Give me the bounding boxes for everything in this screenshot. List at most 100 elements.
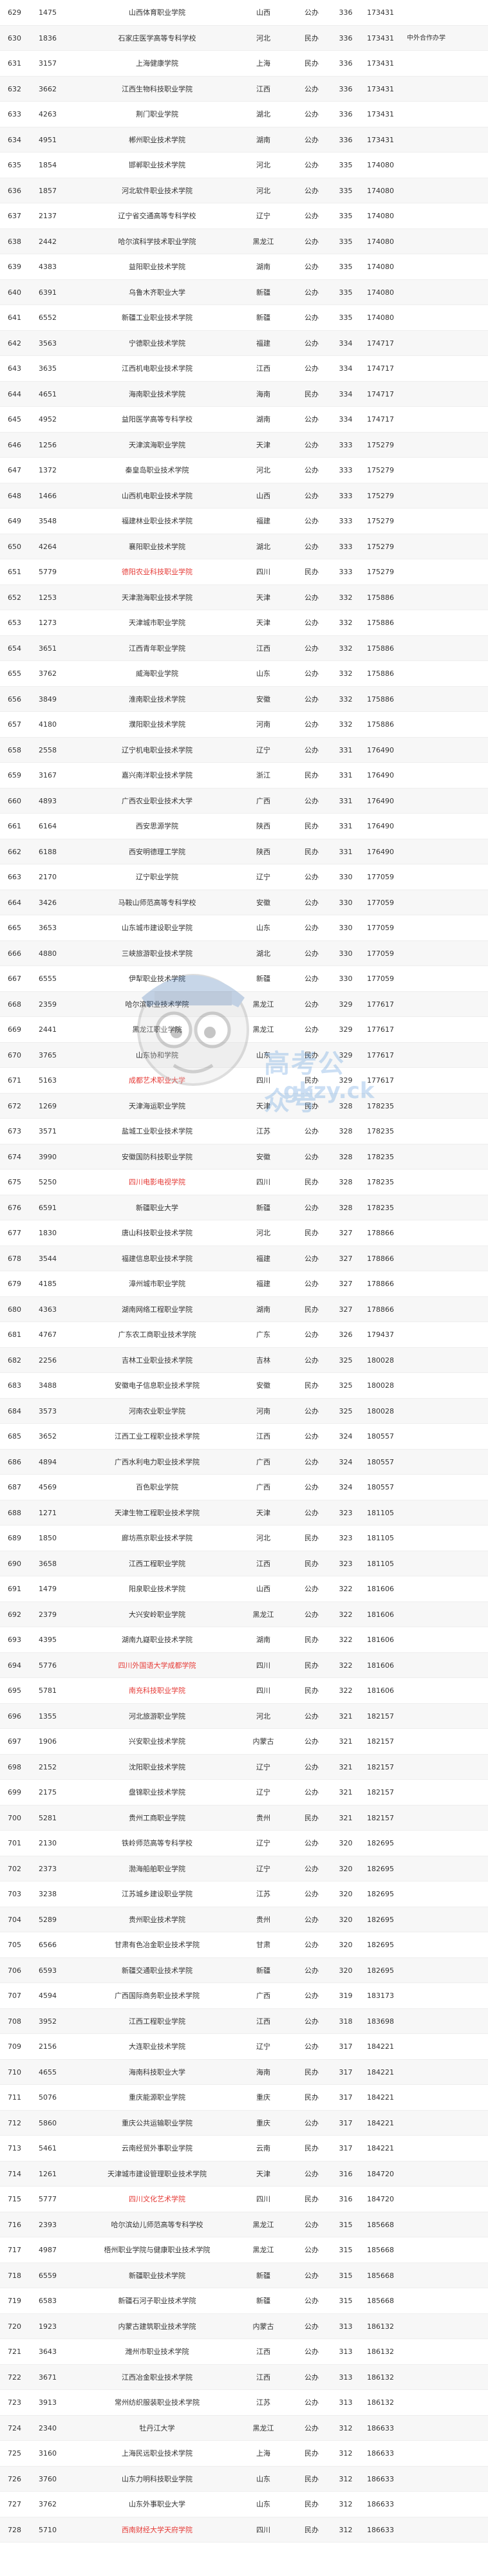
score-cell: 325 xyxy=(339,1356,353,1365)
code-cell: 3548 xyxy=(39,517,57,525)
position-cell: 181105 xyxy=(367,1508,394,1517)
code-cell: 4383 xyxy=(39,263,57,271)
table-row: 698 2152 沈阳职业技术学院 辽宁 公办 321 182157 xyxy=(0,1754,488,1780)
table-row: 636 1857 河北软件职业技术学院 河北 公办 335 174080 xyxy=(0,178,488,203)
table-row: 673 3571 盐城工业职业技术学院 江苏 公办 328 178235 xyxy=(0,1119,488,1144)
score-cell: 335 xyxy=(339,161,353,169)
code-cell: 1906 xyxy=(39,1737,57,1746)
school-name-cell: 湖南九嶷职业技术学院 xyxy=(122,1636,192,1644)
province-cell: 重庆 xyxy=(256,2093,270,2102)
score-cell: 315 xyxy=(339,2220,353,2229)
ownership-cell: 民办 xyxy=(305,59,319,68)
rank-cell: 703 xyxy=(8,1890,21,1898)
position-cell: 173431 xyxy=(367,8,394,17)
school-name-cell: 河北软件职业技术学院 xyxy=(122,186,192,195)
province-cell: 河南 xyxy=(256,720,270,729)
rank-cell: 690 xyxy=(8,1559,21,1568)
code-cell: 3426 xyxy=(39,898,57,907)
rank-cell: 646 xyxy=(8,440,21,449)
province-cell: 辽宁 xyxy=(256,1788,270,1797)
score-cell: 336 xyxy=(339,135,353,144)
table-row: 635 1854 邯郸职业技术学院 河北 公办 335 174080 xyxy=(0,153,488,178)
ownership-cell: 公办 xyxy=(305,161,319,169)
note-cell xyxy=(407,1119,484,1144)
table-row: 720 1923 内蒙古建筑职业技术学院 内蒙古 公办 313 186132 xyxy=(0,2313,488,2339)
school-name-cell: 石家庄医学高等专科学校 xyxy=(118,33,196,42)
ownership-cell: 公办 xyxy=(305,1330,319,1339)
province-cell: 新疆 xyxy=(256,2297,270,2305)
code-cell: 2373 xyxy=(39,1864,57,1873)
code-cell: 6591 xyxy=(39,1203,57,1212)
note-cell xyxy=(407,178,484,203)
province-cell: 江西 xyxy=(256,364,270,373)
ownership-cell: 公办 xyxy=(305,517,319,525)
province-cell: 江西 xyxy=(256,2347,270,2356)
ownership-cell: 民办 xyxy=(305,568,319,576)
ownership-cell: 民办 xyxy=(305,389,319,398)
ownership-cell: 公办 xyxy=(305,2246,319,2254)
score-cell: 330 xyxy=(339,898,353,907)
score-cell: 317 xyxy=(339,2144,353,2152)
rank-cell: 678 xyxy=(8,1254,21,1263)
score-cell: 315 xyxy=(339,2246,353,2254)
code-cell: 2340 xyxy=(39,2423,57,2432)
code-cell: 3544 xyxy=(39,1254,57,1263)
table-row: 632 3662 江西生物科技职业学院 江西 公办 336 173431 xyxy=(0,76,488,102)
note-cell xyxy=(407,661,484,686)
code-cell: 1271 xyxy=(39,1508,57,1517)
table-row: 647 1372 秦皇岛职业技术学院 河北 公办 333 175279 xyxy=(0,458,488,483)
code-cell: 3643 xyxy=(39,2347,57,2356)
ownership-cell: 公办 xyxy=(305,84,319,93)
table-row: 691 1479 阳泉职业技术学院 山西 公办 322 181606 xyxy=(0,1576,488,1602)
ownership-cell: 民办 xyxy=(305,1381,319,1390)
province-cell: 天津 xyxy=(256,1508,270,1517)
ownership-cell: 公办 xyxy=(305,288,319,297)
school-name-cell: 江西冶金职业技术学院 xyxy=(122,2373,192,2382)
code-cell: 6583 xyxy=(39,2297,57,2305)
position-cell: 175886 xyxy=(367,695,394,704)
note-cell xyxy=(407,1373,484,1398)
note-cell xyxy=(407,0,484,25)
province-cell: 天津 xyxy=(256,593,270,602)
ownership-cell: 公办 xyxy=(305,975,319,983)
ownership-cell: 公办 xyxy=(305,2017,319,2026)
position-cell: 180028 xyxy=(367,1406,394,1415)
table-row: 703 3238 江苏城乡建设职业学院 江苏 公办 320 182695 xyxy=(0,1881,488,1907)
position-cell: 181606 xyxy=(367,1610,394,1619)
score-cell: 332 xyxy=(339,619,353,627)
score-cell: 321 xyxy=(339,1762,353,1771)
school-name-cell: 天津海运职业学院 xyxy=(129,1101,185,1110)
score-cell: 315 xyxy=(339,2271,353,2280)
position-cell: 178235 xyxy=(367,1203,394,1212)
score-cell: 312 xyxy=(339,2525,353,2534)
school-name-cell: 广东农工商职业技术学院 xyxy=(118,1330,196,1339)
table-row: 672 1269 天津海运职业学院 天津 民办 328 178235 xyxy=(0,1093,488,1119)
school-name-cell: 铁岭师范高等专科学校 xyxy=(122,1839,192,1847)
score-cell: 321 xyxy=(339,1712,353,1721)
note-cell xyxy=(407,2441,484,2466)
position-cell: 182157 xyxy=(367,1813,394,1822)
note-cell xyxy=(407,1806,484,1831)
position-cell: 175279 xyxy=(367,491,394,500)
position-cell: 177617 xyxy=(367,1076,394,1085)
ownership-cell: 民办 xyxy=(305,2449,319,2458)
score-cell: 332 xyxy=(339,644,353,653)
rank-cell: 705 xyxy=(8,1941,21,1949)
code-cell: 4987 xyxy=(39,2246,57,2254)
table-row: 682 2256 吉林工业职业技术学院 吉林 公办 325 180028 xyxy=(0,1347,488,1373)
position-cell: 182157 xyxy=(367,1712,394,1721)
code-cell: 3652 xyxy=(39,1432,57,1441)
ownership-cell: 公办 xyxy=(305,644,319,653)
score-cell: 323 xyxy=(339,1559,353,1568)
province-cell: 湖南 xyxy=(256,1636,270,1644)
note-cell xyxy=(407,1576,484,1601)
code-cell: 4893 xyxy=(39,796,57,805)
school-name-cell: 新疆职业技术学院 xyxy=(129,2271,185,2280)
note-cell xyxy=(407,203,484,229)
ownership-cell: 公办 xyxy=(305,313,319,322)
province-cell: 福建 xyxy=(256,517,270,525)
code-cell: 6555 xyxy=(39,975,57,983)
note-cell xyxy=(407,1450,484,1475)
ownership-cell: 公办 xyxy=(305,1508,319,1517)
table-row: 665 3653 山东城市建设职业学院 山东 公办 330 177059 xyxy=(0,915,488,941)
